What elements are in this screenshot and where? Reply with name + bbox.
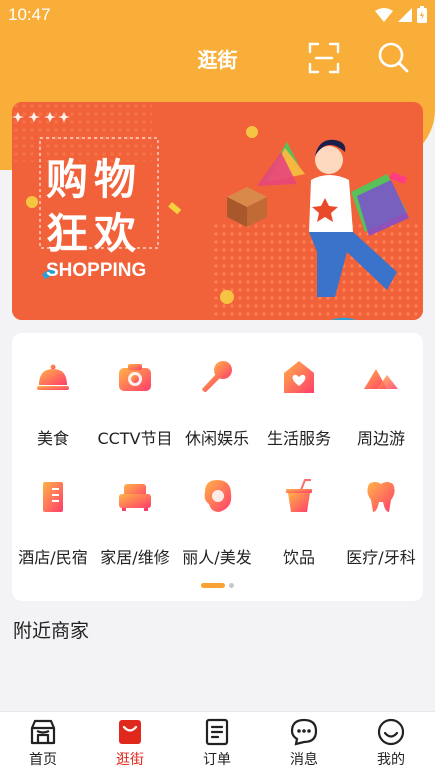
category-nearby-tour[interactable]: 周边游 bbox=[340, 347, 422, 448]
category-leisure[interactable]: 休闲娱乐 bbox=[176, 347, 258, 448]
category-cctv[interactable]: CCTV节目 bbox=[94, 347, 176, 448]
wifi-icon bbox=[375, 7, 393, 22]
category-label: 美食 bbox=[36, 429, 69, 448]
beauty-icon bbox=[204, 480, 232, 512]
tab-label: 消息 bbox=[290, 752, 318, 768]
mountain-icon bbox=[364, 369, 398, 389]
scan-icon[interactable] bbox=[308, 42, 340, 74]
order-list-icon bbox=[205, 718, 229, 746]
status-time: 10:47 bbox=[8, 5, 51, 24]
nearby-section-title: 附近商家 bbox=[13, 620, 90, 642]
home-shop-icon bbox=[30, 719, 56, 745]
category-label: 医疗/牙科 bbox=[346, 548, 416, 567]
hotel-icon bbox=[43, 482, 63, 512]
category-label: 饮品 bbox=[282, 548, 315, 567]
indicator-dot bbox=[229, 583, 234, 588]
shopping-bag-icon bbox=[119, 720, 141, 744]
microphone-icon bbox=[202, 361, 232, 392]
battery-icon bbox=[417, 6, 427, 23]
tab-messages[interactable]: 消息 bbox=[274, 718, 334, 773]
category-label: 丽人/美发 bbox=[182, 548, 252, 567]
category-grid: 美食 CCTV节目 休闲娱乐 生活服务 周边游 酒店/民宿 家居/维修 丽人/美… bbox=[12, 333, 423, 601]
profile-icon bbox=[377, 718, 405, 746]
message-icon bbox=[290, 718, 318, 746]
category-label: 周边游 bbox=[356, 429, 405, 448]
page-indicator bbox=[201, 583, 234, 588]
search-icon[interactable] bbox=[376, 40, 410, 74]
food-cloche-icon bbox=[37, 364, 69, 390]
sofa-icon bbox=[119, 484, 151, 511]
drink-icon bbox=[286, 479, 312, 512]
tooth-icon bbox=[367, 482, 395, 512]
tab-home[interactable]: 首页 bbox=[13, 718, 73, 773]
tab-label: 逛街 bbox=[116, 752, 144, 768]
banner-headline-line1: 购物 bbox=[46, 155, 143, 204]
category-label: CCTV节目 bbox=[97, 429, 173, 448]
home-heart-icon bbox=[284, 361, 314, 393]
category-beauty[interactable]: 丽人/美发 bbox=[176, 466, 258, 567]
category-drinks[interactable]: 饮品 bbox=[258, 466, 340, 567]
category-hotel[interactable]: 酒店/民宿 bbox=[12, 466, 94, 567]
tab-profile[interactable]: 我的 bbox=[361, 718, 421, 773]
bottom-tab-bar: 首页 逛街 订单 消息 我的 bbox=[0, 711, 435, 773]
status-bar: 10:47 bbox=[0, 0, 435, 30]
camera-icon bbox=[119, 364, 151, 391]
category-label: 家居/维修 bbox=[100, 548, 170, 567]
indicator-dot-active bbox=[201, 583, 225, 588]
category-food[interactable]: 美食 bbox=[12, 347, 94, 448]
banner-subtitle: SHOPPING bbox=[46, 260, 147, 281]
category-label: 休闲娱乐 bbox=[184, 429, 249, 448]
tab-label: 我的 bbox=[377, 752, 405, 768]
tab-label: 订单 bbox=[203, 752, 231, 768]
category-label: 生活服务 bbox=[266, 429, 331, 448]
tab-label: 首页 bbox=[29, 752, 57, 768]
category-home-repair[interactable]: 家居/维修 bbox=[94, 466, 176, 567]
promo-banner[interactable]: 购物 狂欢 SHOPPING bbox=[12, 102, 423, 320]
category-medical[interactable]: 医疗/牙科 bbox=[340, 466, 422, 567]
category-life-service[interactable]: 生活服务 bbox=[258, 347, 340, 448]
tab-orders[interactable]: 订单 bbox=[187, 718, 247, 773]
tab-browse[interactable]: 逛街 bbox=[100, 718, 160, 773]
category-label: 酒店/民宿 bbox=[18, 548, 88, 567]
signal-icon bbox=[398, 7, 412, 22]
status-icons bbox=[375, 6, 427, 23]
page-title: 逛街 bbox=[197, 48, 238, 72]
banner-headline-line2: 狂欢 bbox=[46, 209, 143, 258]
